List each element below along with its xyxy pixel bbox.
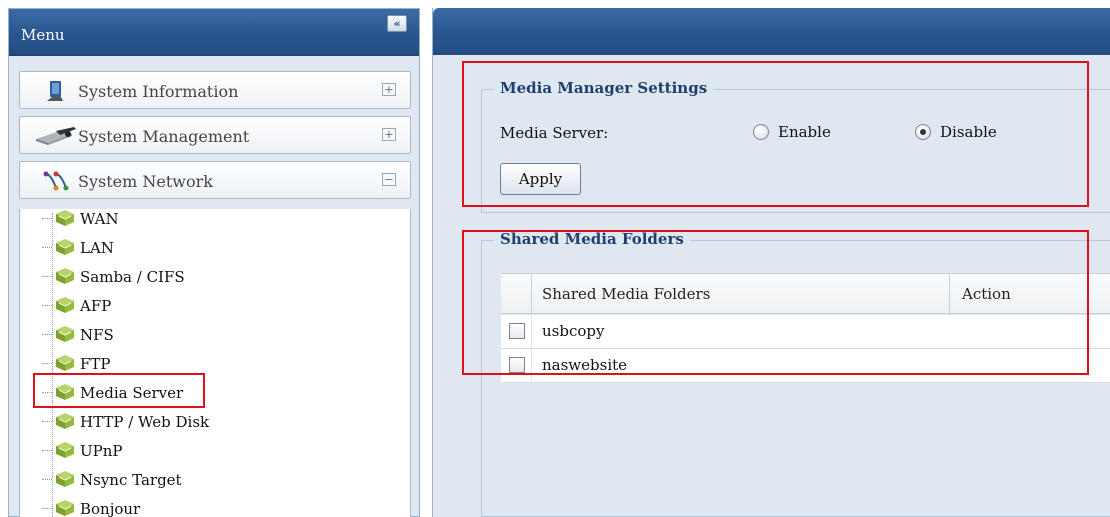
- highlight-shared-folders: [462, 230, 1089, 375]
- tree-item-label: UPnP: [80, 442, 123, 460]
- tree-branch: [42, 421, 52, 422]
- tree-item-bonjour[interactable]: Bonjour: [42, 497, 292, 517]
- tree-item-label: AFP: [80, 297, 112, 315]
- expand-icon[interactable]: +: [382, 128, 396, 141]
- tree-branch: [42, 450, 52, 451]
- network-item-icon: [56, 413, 74, 429]
- tree-item-afp[interactable]: AFP: [42, 294, 292, 316]
- menu-header: Menu «: [9, 9, 419, 56]
- section-label: System Management: [78, 127, 250, 146]
- tree-item-upnp[interactable]: UPnP: [42, 439, 292, 461]
- collapse-icon[interactable]: −: [382, 173, 396, 186]
- network-item-icon: [56, 355, 74, 371]
- tree-item-label: LAN: [80, 239, 114, 257]
- tree-item-label: FTP: [80, 355, 111, 373]
- tree-item-label: Nsync Target: [80, 471, 182, 489]
- highlight-media-settings: [462, 61, 1089, 207]
- tree-item-samba-cifs[interactable]: Samba / CIFS: [42, 265, 292, 287]
- tree-item-label: NFS: [80, 326, 114, 344]
- tree-branch: [42, 218, 52, 219]
- tree-item-label: WAN: [80, 210, 119, 228]
- monitor-icon: [47, 81, 63, 101]
- tree-branch: [42, 247, 52, 248]
- tree-item-ftp[interactable]: FTP: [42, 352, 292, 374]
- network-item-icon: [56, 268, 74, 284]
- section-system-network[interactable]: System Network −: [19, 161, 411, 199]
- menu-title: Menu: [21, 26, 65, 44]
- tree-branch: [42, 479, 52, 480]
- tree-item-nfs[interactable]: NFS: [42, 323, 292, 345]
- section-label: System Information: [78, 82, 239, 101]
- network-item-icon: [56, 210, 74, 226]
- network-icon: [43, 171, 69, 191]
- content-header: [433, 8, 1110, 55]
- expand-icon[interactable]: +: [382, 83, 396, 96]
- tree-item-label: Samba / CIFS: [80, 268, 185, 286]
- tree-item-nsync-target[interactable]: Nsync Target: [42, 468, 292, 490]
- network-item-icon: [56, 239, 74, 255]
- tree-item-http-web-disk[interactable]: HTTP / Web Disk: [42, 410, 292, 432]
- management-icon: [36, 127, 76, 145]
- tree-item-wan[interactable]: WAN: [42, 207, 292, 229]
- tree-branch: [42, 363, 52, 364]
- section-system-information[interactable]: System Information +: [19, 71, 411, 109]
- highlight-media-server: [33, 373, 205, 408]
- tree-branch: [42, 276, 52, 277]
- tree-item-label: Bonjour: [80, 500, 141, 517]
- tree-item-lan[interactable]: LAN: [42, 236, 292, 258]
- tree-branch: [42, 305, 52, 306]
- network-item-icon: [56, 471, 74, 487]
- tree-branch: [42, 508, 52, 509]
- section-system-management[interactable]: System Management +: [19, 116, 411, 154]
- network-item-icon: [56, 326, 74, 342]
- collapse-menu-button[interactable]: «: [387, 15, 407, 32]
- tree-item-label: HTTP / Web Disk: [80, 413, 210, 431]
- network-item-icon: [56, 500, 74, 516]
- network-item-icon: [56, 297, 74, 313]
- tree-branch: [42, 334, 52, 335]
- section-label: System Network: [78, 172, 213, 191]
- network-item-icon: [56, 442, 74, 458]
